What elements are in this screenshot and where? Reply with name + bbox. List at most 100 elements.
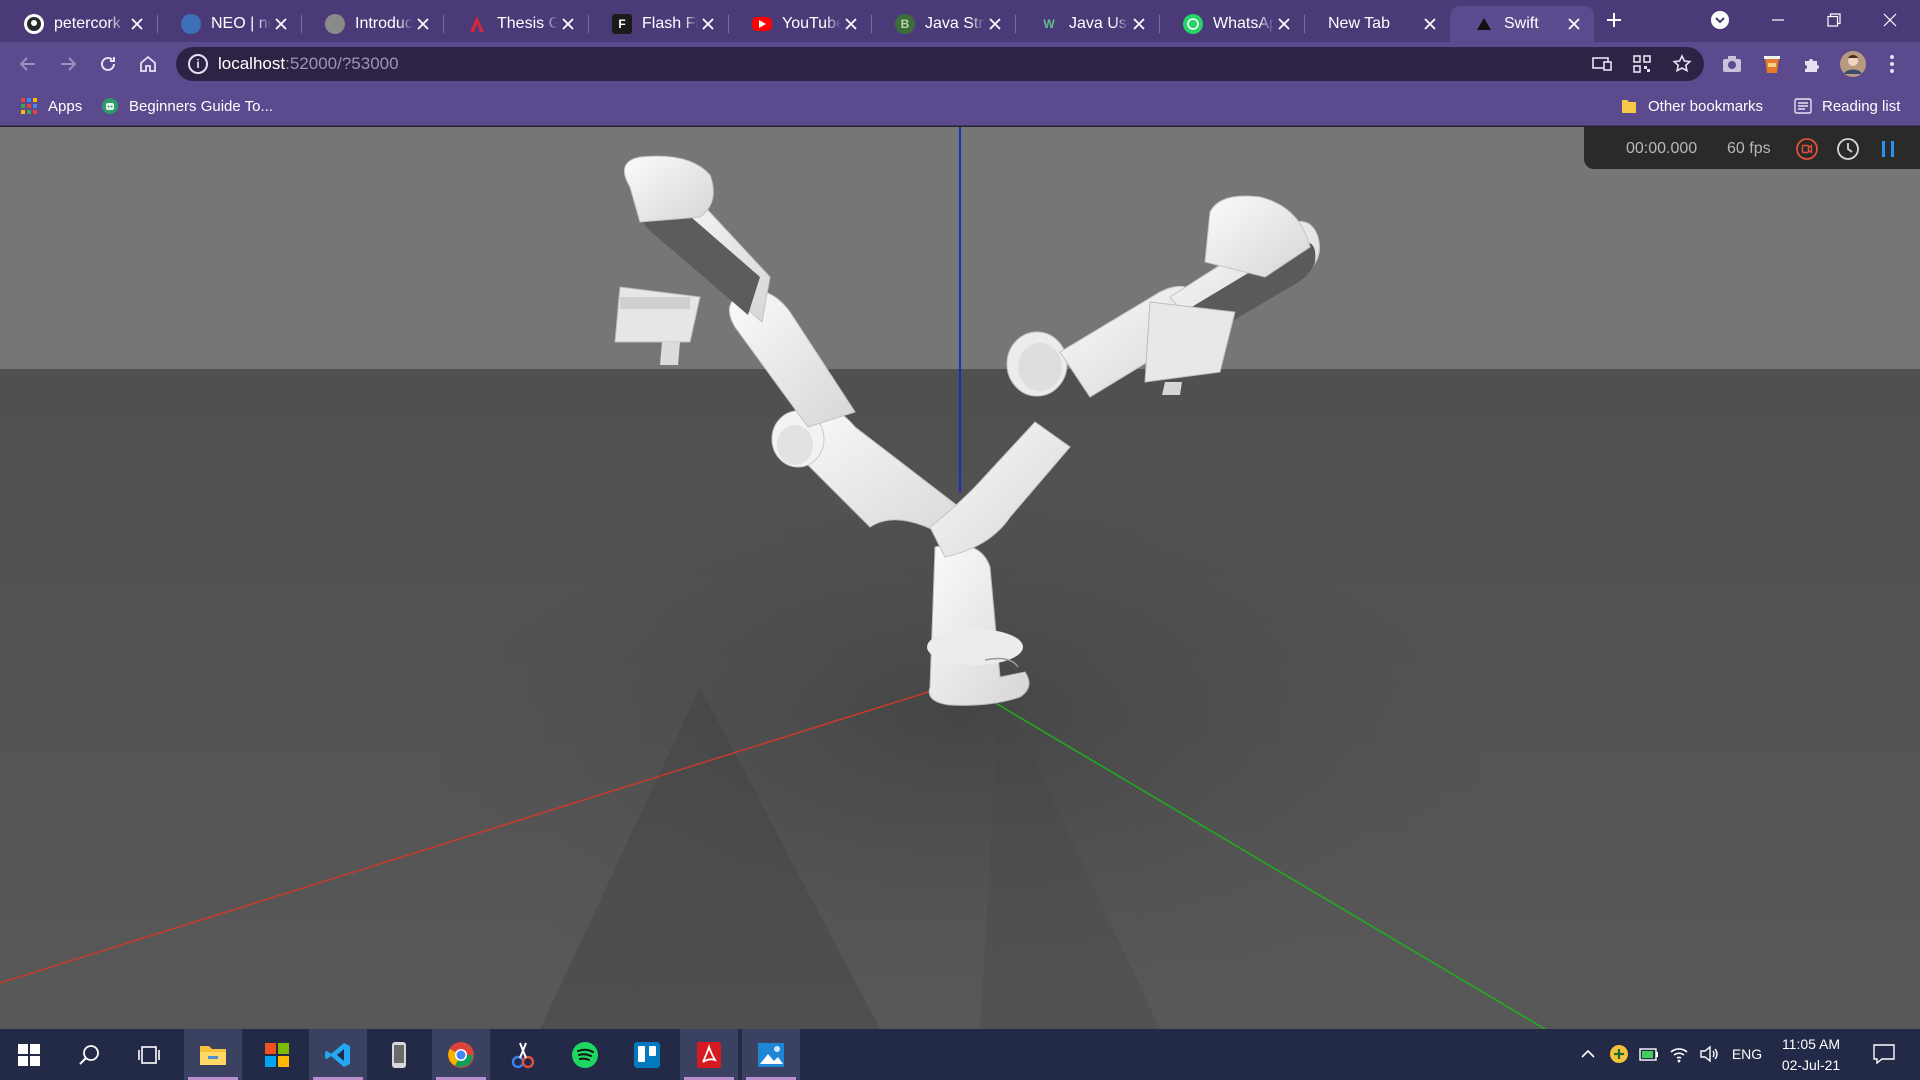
close-window-button[interactable] <box>1862 0 1918 40</box>
browser-tab[interactable]: YouTube <box>728 6 872 42</box>
bookmark-beginners-guide[interactable]: Beginners Guide To... <box>101 95 273 117</box>
new-tab-button[interactable] <box>1594 0 1634 40</box>
browser-tab[interactable]: W Java User <box>1015 6 1160 42</box>
other-bookmarks[interactable]: Other bookmarks <box>1620 95 1763 117</box>
taskbar-microsoft-store[interactable] <box>248 1029 306 1080</box>
close-tab-icon[interactable] <box>985 14 1005 34</box>
profile-avatar[interactable] <box>1838 49 1868 79</box>
taskbar-search[interactable] <box>60 1029 118 1080</box>
tray-overflow-button[interactable] <box>1578 1043 1598 1065</box>
reading-list-icon <box>1794 98 1812 114</box>
arizona-icon <box>467 14 487 34</box>
close-tab-icon[interactable] <box>413 14 433 34</box>
folder-icon <box>1622 100 1636 113</box>
minimize-icon <box>1772 19 1784 21</box>
tab-title: Java Strin <box>925 15 985 32</box>
swift-viewport[interactable]: 00:00.000 60 fps <box>0 127 1920 1029</box>
home-button[interactable] <box>134 50 162 78</box>
taskbar-trello[interactable] <box>618 1029 676 1080</box>
notification-center-button[interactable] <box>1868 1043 1900 1065</box>
swift-control-panel: 00:00.000 60 fps <box>1584 127 1920 169</box>
apps-grid-icon <box>21 98 37 114</box>
task-view-icon <box>138 1045 160 1064</box>
bookmark-apps[interactable]: Apps <box>20 95 82 117</box>
search-icon <box>79 1044 99 1065</box>
tab-title: NEO | neo <box>211 15 271 32</box>
tab-search-button[interactable] <box>1700 0 1740 40</box>
close-tab-icon[interactable] <box>1129 14 1149 34</box>
extensions-button[interactable] <box>1798 50 1826 78</box>
cast-icon[interactable] <box>1590 53 1614 75</box>
browser-tab[interactable]: Introducti <box>301 6 444 42</box>
minimize-button[interactable] <box>1750 0 1806 40</box>
qr-code-icon[interactable] <box>1630 53 1654 75</box>
reading-list[interactable]: Reading list <box>1794 95 1900 117</box>
browser-tab[interactable]: WhatsApp <box>1159 6 1305 42</box>
close-tab-icon[interactable] <box>271 14 291 34</box>
address-url[interactable]: localhost:52000/?53000 <box>218 54 399 74</box>
browser-tab[interactable]: petercork <box>0 6 158 42</box>
close-tab-icon[interactable] <box>127 14 147 34</box>
close-tab-icon[interactable] <box>841 14 861 34</box>
reading-list-label: Reading list <box>1822 97 1901 115</box>
tab-strip: petercork NEO | neo Introducti Thesis Ge F Fl… <box>0 0 1920 42</box>
youtube-icon <box>752 17 772 31</box>
arrow-left-icon <box>19 57 35 71</box>
restore-icon <box>1827 13 1841 27</box>
restore-button[interactable] <box>1806 0 1862 40</box>
back-button[interactable] <box>14 50 42 78</box>
bookmarks-bar: Apps Beginners Guide To... Other bookmar… <box>0 86 1920 126</box>
browser-tab[interactable]: B Java Strin <box>871 6 1016 42</box>
address-bar[interactable]: i localhost:52000/?53000 <box>176 47 1704 81</box>
browser-tab[interactable]: Thesis Ge <box>443 6 589 42</box>
taskbar-clock[interactable]: 11:05 AM 02-Jul-21 <box>1768 1034 1854 1076</box>
taskbar-spotify[interactable] <box>556 1029 614 1080</box>
robot-scene[interactable] <box>0 127 1920 1029</box>
start-button[interactable] <box>0 1029 58 1080</box>
pause-icon[interactable] <box>1876 137 1900 161</box>
star-icon[interactable] <box>1670 53 1694 75</box>
arrow-right-icon <box>61 57 77 71</box>
taskbar-snipping-tool[interactable] <box>494 1029 552 1080</box>
screenshot-extension-button[interactable] <box>1718 50 1746 78</box>
reload-button[interactable] <box>94 50 122 78</box>
close-tab-icon[interactable] <box>1420 14 1440 34</box>
github-icon <box>24 14 44 34</box>
close-tab-icon[interactable] <box>1564 14 1584 34</box>
bookmark-apps-label: Apps <box>48 97 83 115</box>
taskbar-chrome[interactable] <box>432 1029 490 1080</box>
taskbar-vscode[interactable] <box>309 1029 367 1080</box>
globe-icon <box>181 14 201 34</box>
tray-app-icon[interactable] <box>1608 1043 1630 1065</box>
cup-extension-button[interactable] <box>1758 50 1786 78</box>
browser-tab[interactable]: Swift <box>1450 6 1594 42</box>
tray-network[interactable] <box>1668 1043 1690 1065</box>
taskbar-file-explorer[interactable] <box>184 1029 242 1080</box>
browser-tab[interactable]: F Flash Ficti <box>588 6 729 42</box>
taskbar-acrobat[interactable] <box>680 1029 738 1080</box>
phone-icon <box>392 1041 406 1068</box>
close-tab-icon[interactable] <box>1274 14 1294 34</box>
taskbar-phone-app[interactable] <box>370 1029 428 1080</box>
close-tab-icon[interactable] <box>558 14 578 34</box>
site-info-icon[interactable]: i <box>188 54 208 74</box>
photos-icon <box>758 1042 784 1067</box>
tab-title: YouTube <box>782 15 841 32</box>
forward-button[interactable] <box>54 50 82 78</box>
close-tab-icon[interactable] <box>698 14 718 34</box>
chevron-up-icon <box>1581 1049 1595 1058</box>
record-icon[interactable] <box>1795 137 1819 161</box>
task-view-button[interactable] <box>120 1029 178 1080</box>
tray-volume[interactable] <box>1698 1043 1720 1065</box>
reload-icon <box>101 56 115 71</box>
taskbar-photos[interactable] <box>742 1029 800 1080</box>
tray-battery[interactable] <box>1638 1043 1660 1065</box>
file-explorer-icon <box>200 1045 226 1065</box>
tray-language[interactable]: ENG <box>1728 1043 1766 1065</box>
cup-icon <box>1764 56 1780 73</box>
browser-tab[interactable]: New Tab <box>1304 6 1450 42</box>
clock-time: 11:05 AM <box>1781 1036 1841 1052</box>
clock-icon[interactable] <box>1836 137 1860 161</box>
chrome-menu-button[interactable] <box>1878 50 1906 78</box>
browser-tab[interactable]: NEO | neo <box>157 6 302 42</box>
